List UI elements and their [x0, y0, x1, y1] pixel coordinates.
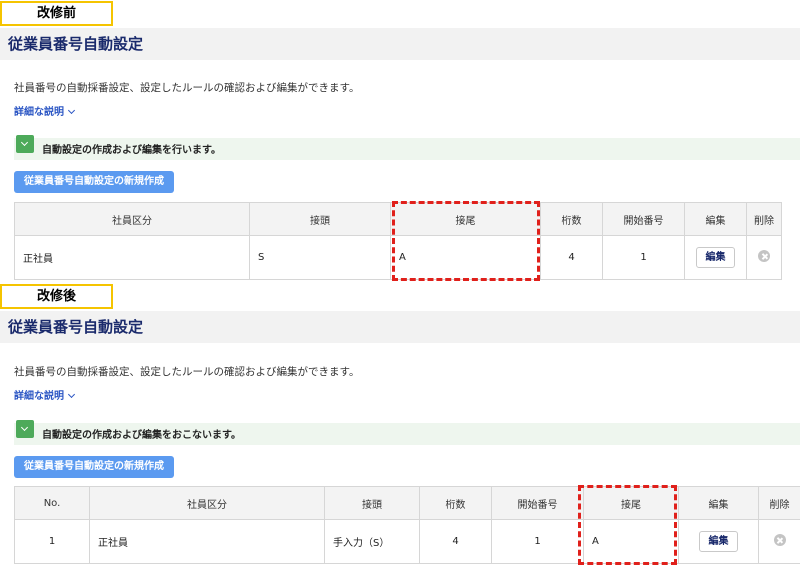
chevron-down-icon [67, 106, 76, 115]
after-title-bar: 従業員番号自動設定 [0, 311, 800, 343]
column-header: 編集 [684, 202, 747, 236]
cell-prefix: S [249, 235, 391, 280]
after-tag: 改修後 [0, 284, 113, 309]
detail-link-label: 詳細な説明 [14, 391, 64, 402]
page-description: 社員番号の自動採番設定、設定したルールの確認および編集ができます。 [14, 366, 360, 378]
suffix-highlight-box [392, 201, 540, 281]
delete-circle-icon[interactable] [758, 250, 770, 262]
cell-edit: 編集 [684, 235, 747, 280]
edit-button[interactable]: 編集 [696, 247, 735, 268]
column-header: 編集 [678, 486, 759, 520]
chevron-down-icon [67, 390, 76, 399]
cell-start: 1 [491, 519, 584, 564]
cell-no: 1 [14, 519, 90, 564]
column-header: 開始番号 [602, 202, 685, 236]
table-row: 1 正社員 手入力（S） 4 1 A 編集 [14, 519, 800, 564]
create-new-button[interactable]: 従業員番号自動設定の新規作成 [14, 171, 174, 193]
detail-toggle-link[interactable]: 詳細な説明 [14, 387, 76, 402]
info-notice: 自動設定の作成および編集を行います。 [14, 135, 800, 160]
suffix-highlight-box [578, 485, 677, 565]
before-tag: 改修前 [0, 1, 113, 26]
notice-text: 自動設定の作成および編集をおこないます。 [42, 430, 241, 441]
column-header: 桁数 [419, 486, 492, 520]
detail-toggle-link[interactable]: 詳細な説明 [14, 103, 76, 118]
page-description: 社員番号の自動採番設定、設定したルールの確認および編集ができます。 [14, 82, 360, 94]
cell-digits: 4 [540, 235, 603, 280]
cell-digits: 4 [419, 519, 492, 564]
create-new-button[interactable]: 従業員番号自動設定の新規作成 [14, 456, 174, 478]
page-title: 従業員番号自動設定 [8, 318, 144, 336]
cell-category: 正社員 [14, 235, 250, 280]
rules-table: No. 社員区分 接頭 桁数 開始番号 接尾 編集 削除 1 正社員 手入力（S… [14, 486, 800, 564]
column-header: No. [14, 486, 90, 520]
cell-prefix: 手入力（S） [324, 519, 420, 564]
cell-edit: 編集 [678, 519, 759, 564]
cell-category: 正社員 [89, 519, 325, 564]
page-title: 従業員番号自動設定 [8, 35, 144, 53]
before-title-bar: 従業員番号自動設定 [0, 28, 800, 60]
column-header: 開始番号 [491, 486, 584, 520]
column-header: 接頭 [324, 486, 420, 520]
delete-circle-icon[interactable] [773, 534, 786, 546]
table-header-row: No. 社員区分 接頭 桁数 開始番号 接尾 編集 削除 [14, 486, 800, 520]
check-chevron-icon[interactable] [16, 420, 34, 438]
column-header: 削除 [746, 202, 782, 236]
cell-start: 1 [602, 235, 685, 280]
detail-link-label: 詳細な説明 [14, 107, 64, 118]
edit-button[interactable]: 編集 [699, 531, 738, 552]
column-header: 削除 [758, 486, 800, 520]
column-header: 桁数 [540, 202, 603, 236]
column-header: 接頭 [249, 202, 391, 236]
column-header: 社員区分 [89, 486, 325, 520]
column-header: 社員区分 [14, 202, 250, 236]
info-notice: 自動設定の作成および編集をおこないます。 [14, 420, 800, 445]
notice-text: 自動設定の作成および編集を行います。 [42, 145, 221, 156]
check-chevron-icon[interactable] [16, 135, 34, 153]
cell-delete [746, 235, 782, 280]
cell-delete [758, 519, 800, 564]
